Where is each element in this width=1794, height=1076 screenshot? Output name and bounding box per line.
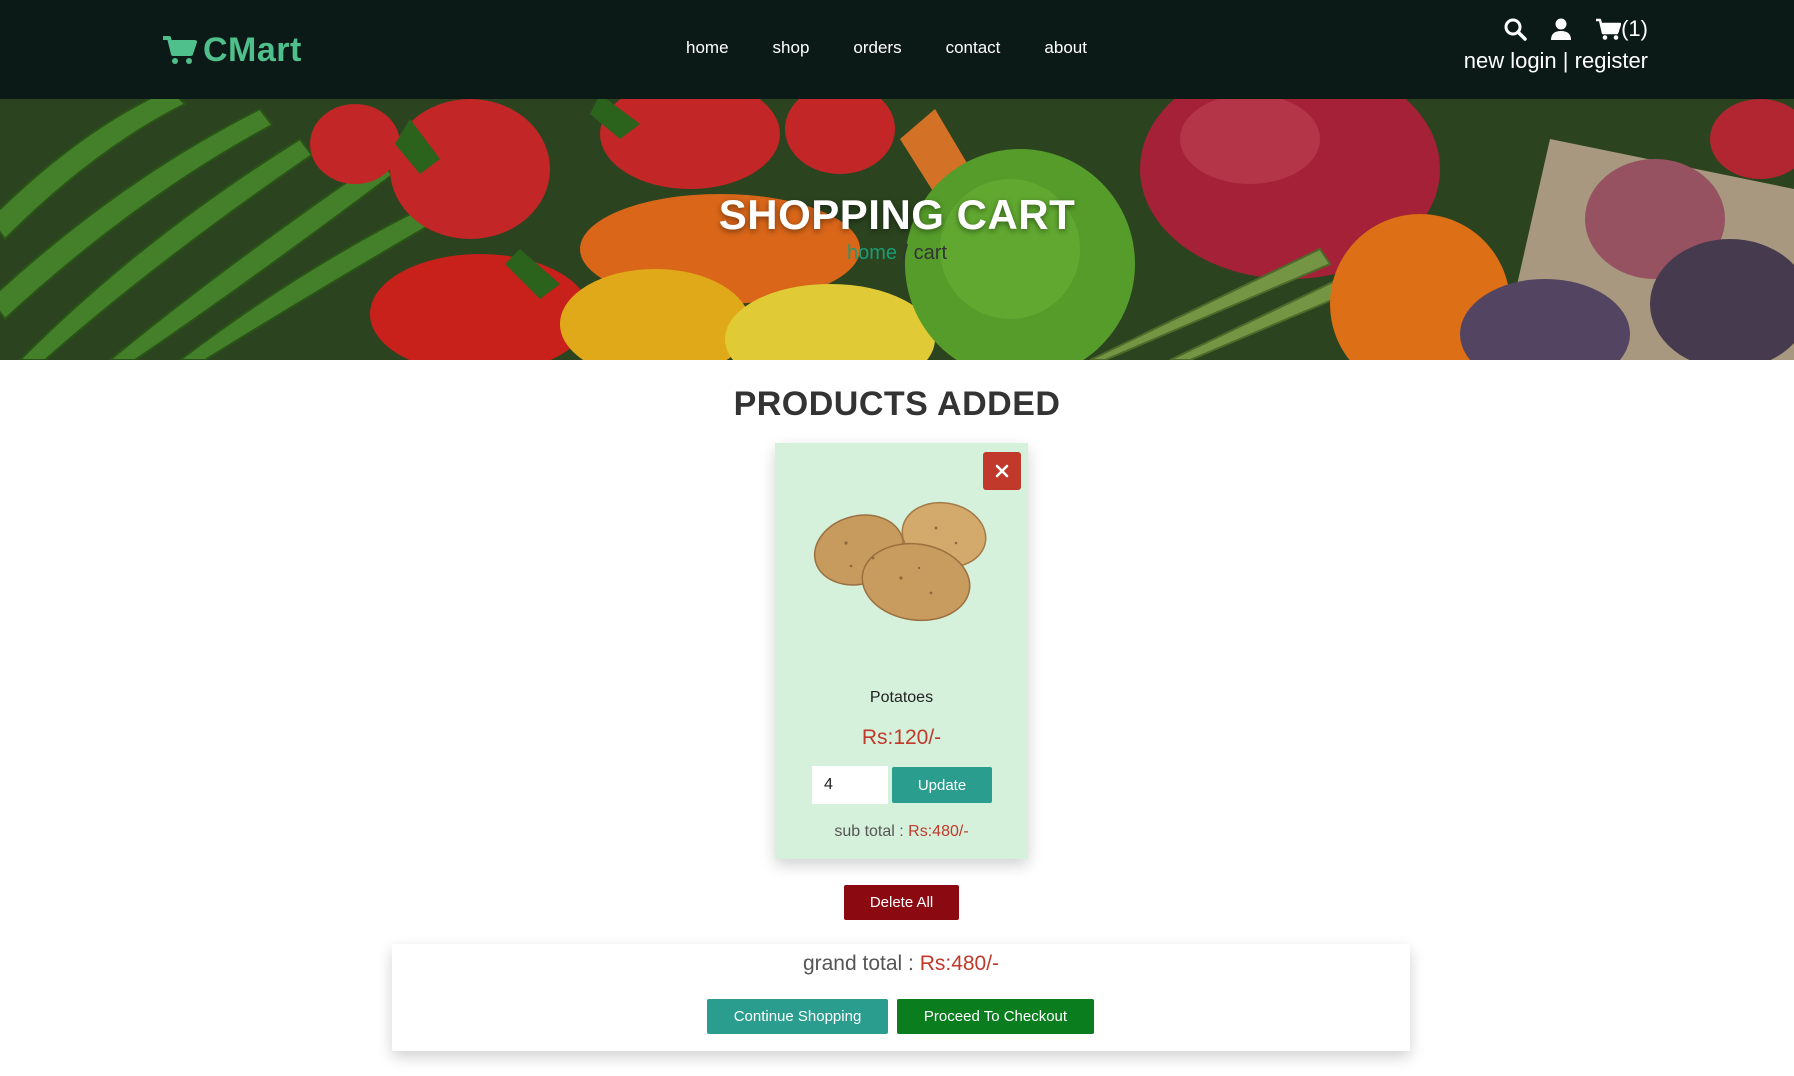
logo-text: CMart [203, 30, 302, 69]
site-logo[interactable]: CMart [161, 30, 302, 70]
hero-title: SHOPPING CART [718, 191, 1076, 238]
cart-actions-row: Continue Shopping Proceed To Checkout [707, 999, 1094, 1034]
nav-orders[interactable]: orders [853, 38, 901, 58]
main-nav: home shop orders contact about [686, 38, 1087, 58]
remove-item-button[interactable] [983, 452, 1021, 490]
quantity-row: Update [812, 766, 992, 804]
breadcrumb-home-link[interactable]: home [847, 242, 897, 264]
grand-total: grand total : Rs:480/- [392, 952, 1410, 976]
header-actions: (1) new login | register [1464, 14, 1648, 74]
nav-about[interactable]: about [1044, 38, 1087, 58]
register-link[interactable]: register [1575, 48, 1648, 73]
header-cart[interactable]: (1) [1595, 16, 1648, 42]
quantity-input[interactable] [812, 766, 888, 804]
subtotal: sub total : Rs:480/- [775, 823, 1028, 841]
nav-shop[interactable]: shop [773, 38, 810, 58]
cart-logo-icon [161, 32, 197, 68]
breadcrumb-separator: / [897, 242, 914, 264]
grand-total-value: Rs:480/- [919, 952, 1000, 975]
cart-count: (1) [1621, 16, 1648, 41]
breadcrumb: home / cart [0, 242, 1794, 265]
nav-home[interactable]: home [686, 38, 729, 58]
breadcrumb-current: cart [913, 242, 948, 264]
cart-icon [1595, 17, 1622, 41]
auth-separator: | [1562, 48, 1569, 73]
new-login-link[interactable]: new login [1464, 48, 1557, 73]
products-added-title: PRODUCTS ADDED [733, 385, 1061, 423]
header-icons: (1) [1464, 14, 1648, 44]
continue-shopping-button[interactable]: Continue Shopping [707, 999, 888, 1034]
close-icon [995, 464, 1009, 478]
grand-total-label: grand total : [802, 952, 920, 975]
hero-banner: SHOPPING CART home / cart [0, 99, 1794, 360]
update-quantity-button[interactable]: Update [892, 767, 992, 803]
subtotal-value: Rs:480/- [908, 823, 969, 840]
top-header: CMart home shop orders contact about (1)… [0, 0, 1794, 99]
subtotal-label: sub total : [834, 823, 909, 840]
user-icon[interactable] [1549, 17, 1573, 41]
cart-item-card: Potatoes Rs:120/- Update sub total : Rs:… [775, 443, 1028, 859]
nav-contact[interactable]: contact [946, 38, 1001, 58]
search-icon[interactable] [1503, 17, 1527, 41]
product-price: Rs:120/- [861, 726, 942, 749]
delete-all-button[interactable]: Delete All [844, 885, 959, 920]
proceed-to-checkout-button[interactable]: Proceed To Checkout [897, 999, 1094, 1034]
cart-total-box: grand total : Rs:480/- Continue Shopping… [392, 944, 1410, 1051]
auth-links: new login | register [1464, 48, 1648, 74]
product-name: Potatoes [869, 689, 934, 706]
product-image-potatoes [813, 501, 987, 622]
